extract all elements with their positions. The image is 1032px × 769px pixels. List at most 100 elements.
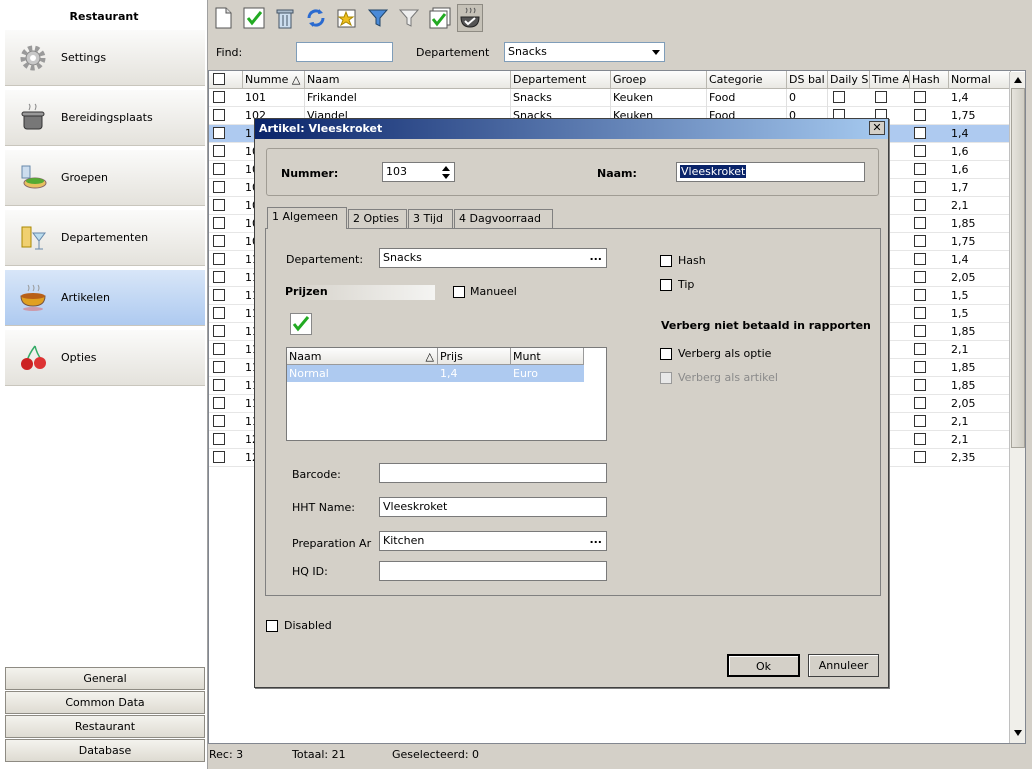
hash-checkbox[interactable] <box>660 255 672 267</box>
row-hash-checkbox[interactable] <box>914 415 926 427</box>
row-select-checkbox[interactable] <box>213 181 225 193</box>
row-select-checkbox[interactable] <box>213 415 225 427</box>
row-select-checkbox[interactable] <box>213 199 225 211</box>
row-hash-checkbox[interactable] <box>914 379 926 391</box>
row-select-checkbox[interactable] <box>213 253 225 265</box>
row-select-checkbox[interactable] <box>213 217 225 229</box>
row-hash-checkbox[interactable] <box>914 253 926 265</box>
confirm-price-icon[interactable] <box>290 313 312 335</box>
sidebar-item-settings[interactable]: Settings <box>5 30 205 86</box>
sidebar-item-departementen[interactable]: Departementen <box>5 210 205 266</box>
hq-id-input[interactable] <box>379 561 607 581</box>
row-select-checkbox[interactable] <box>213 397 225 409</box>
column-header-naam[interactable]: Naam <box>305 71 511 89</box>
row-hash-checkbox[interactable] <box>914 217 926 229</box>
row-select-checkbox[interactable] <box>213 127 225 139</box>
row-select-checkbox[interactable] <box>213 235 225 247</box>
new-document-icon[interactable] <box>210 4 236 32</box>
annuleer-button[interactable]: Annuleer <box>808 654 879 677</box>
row-daily-checkbox[interactable] <box>833 91 845 103</box>
column-header-categorie[interactable]: Categorie <box>707 71 787 89</box>
check-all-icon[interactable] <box>427 4 453 32</box>
row-hash-checkbox[interactable] <box>914 199 926 211</box>
row-select-checkbox[interactable] <box>213 325 225 337</box>
prices-header-prijs[interactable]: Prijs <box>438 348 511 365</box>
filter-icon[interactable] <box>365 4 391 32</box>
tab-dagvoorraad[interactable]: 4 Dagvoorraad <box>454 209 553 229</box>
row-hash-checkbox[interactable] <box>914 397 926 409</box>
row-select-checkbox[interactable] <box>213 91 225 103</box>
select-all-checkbox[interactable] <box>213 73 225 85</box>
vertical-scrollbar[interactable] <box>1009 72 1025 743</box>
disabled-checkbox[interactable] <box>266 620 278 632</box>
row-select-checkbox[interactable] <box>213 433 225 445</box>
column-header-daily[interactable]: Daily S <box>828 71 870 89</box>
scroll-down-icon[interactable] <box>1011 726 1025 740</box>
filter-off-icon[interactable] <box>396 4 422 32</box>
row-hash-checkbox[interactable] <box>914 163 926 175</box>
departement-select[interactable]: Snacks <box>504 42 665 62</box>
refresh-icon[interactable] <box>303 4 329 32</box>
row-select-checkbox[interactable] <box>213 271 225 283</box>
spinner-arrows-icon[interactable] <box>442 166 450 179</box>
check-icon[interactable] <box>241 4 267 32</box>
sidebar-item-opties[interactable]: Opties <box>5 330 205 386</box>
prices-header-naam[interactable]: Naam △ <box>287 348 438 365</box>
tab-algemeen[interactable]: 1 Algemeen <box>267 207 347 229</box>
tab-tijd[interactable]: 3 Tijd <box>408 209 453 229</box>
prices-header-munt[interactable]: Munt <box>511 348 584 365</box>
row-select-checkbox[interactable] <box>213 289 225 301</box>
price-row[interactable]: Normal 1,4 Euro <box>287 365 584 382</box>
row-hash-checkbox[interactable] <box>914 127 926 139</box>
row-hash-checkbox[interactable] <box>914 181 926 193</box>
ok-button[interactable]: Ok <box>727 654 800 677</box>
row-select-checkbox[interactable] <box>213 109 225 121</box>
column-header-normal[interactable]: Normal <box>949 71 1011 89</box>
sidebar-item-groepen[interactable]: Groepen <box>5 150 205 206</box>
nav-restaurant-button[interactable]: Restaurant <box>5 715 205 738</box>
row-select-checkbox[interactable] <box>213 145 225 157</box>
nav-general-button[interactable]: General <box>5 667 205 690</box>
row-select-checkbox[interactable] <box>213 379 225 391</box>
row-hash-checkbox[interactable] <box>914 235 926 247</box>
column-header-nummer[interactable]: Numme △ <box>243 71 305 89</box>
column-header-hash[interactable]: Hash <box>910 71 949 89</box>
scroll-up-icon[interactable] <box>1011 73 1025 87</box>
hht-name-input[interactable]: Vleeskroket <box>379 497 607 517</box>
tab-opties[interactable]: 2 Opties <box>348 209 407 229</box>
column-header-ds-bal[interactable]: DS bal <box>787 71 828 89</box>
row-hash-checkbox[interactable] <box>914 109 926 121</box>
column-header-select[interactable] <box>209 71 243 89</box>
row-hash-checkbox[interactable] <box>914 91 926 103</box>
row-time-checkbox[interactable] <box>875 91 887 103</box>
table-row[interactable]: 101 Frikandel Snacks Keuken Food 0 1,4 <box>209 89 1011 107</box>
row-hash-checkbox[interactable] <box>914 325 926 337</box>
row-select-checkbox[interactable] <box>213 343 225 355</box>
tip-checkbox[interactable] <box>660 279 672 291</box>
row-select-checkbox[interactable] <box>213 361 225 373</box>
manueel-checkbox[interactable] <box>453 286 465 298</box>
row-hash-checkbox[interactable] <box>914 271 926 283</box>
delete-bin-icon[interactable] <box>272 4 298 32</box>
favorite-icon[interactable] <box>334 4 360 32</box>
row-hash-checkbox[interactable] <box>914 343 926 355</box>
row-select-checkbox[interactable] <box>213 307 225 319</box>
ellipsis-icon[interactable]: ... <box>589 250 602 263</box>
row-hash-checkbox[interactable] <box>914 289 926 301</box>
sidebar-item-artikelen[interactable]: Artikelen <box>5 270 205 326</box>
cooking-icon[interactable] <box>457 4 483 32</box>
barcode-input[interactable] <box>379 463 607 483</box>
verberg-optie-checkbox[interactable] <box>660 348 672 360</box>
row-select-checkbox[interactable] <box>213 451 225 463</box>
row-select-checkbox[interactable] <box>213 163 225 175</box>
row-hash-checkbox[interactable] <box>914 361 926 373</box>
preparation-area-picker[interactable]: Kitchen ... <box>379 531 607 551</box>
verberg-artikel-checkbox[interactable] <box>660 372 672 384</box>
close-icon[interactable]: ✕ <box>869 121 885 135</box>
departement-picker[interactable]: Snacks ... <box>379 248 607 268</box>
row-hash-checkbox[interactable] <box>914 307 926 319</box>
nummer-spinner[interactable]: 103 <box>382 162 455 182</box>
row-hash-checkbox[interactable] <box>914 145 926 157</box>
find-input[interactable] <box>296 42 393 62</box>
column-header-time[interactable]: Time A <box>870 71 910 89</box>
